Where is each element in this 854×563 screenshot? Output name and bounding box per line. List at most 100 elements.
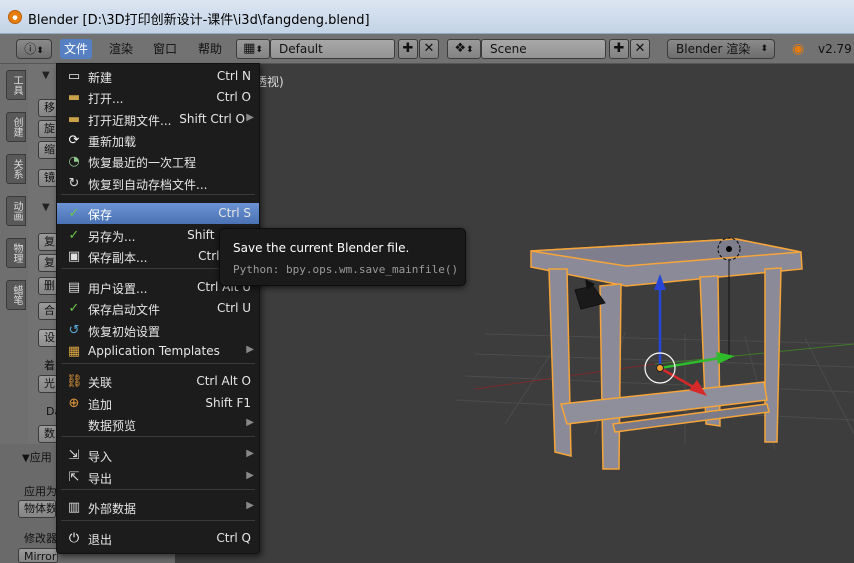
- save-as-icon: ✓: [68, 228, 80, 243]
- file-menu-item[interactable]: ⟳ 重新加载: [57, 130, 259, 151]
- object-data-button[interactable]: 物体数: [18, 500, 56, 518]
- apply-as-label: 应用为: [24, 485, 57, 498]
- file-menu-item[interactable]: ▬ 打开近期文件... Shift Ctrl O ▶: [57, 109, 259, 130]
- editor-type-button[interactable]: ⓘ⬍: [16, 39, 52, 59]
- chevron-updown-icon: ⬍: [466, 45, 474, 55]
- file-menu-item[interactable]: ✓ 保存启动文件 Ctrl U: [57, 298, 259, 319]
- chevron-updown-icon: ⬍: [255, 45, 263, 55]
- render-engine-label: Blender 渲染: [676, 42, 751, 56]
- tab-create[interactable]: 创建: [6, 112, 26, 142]
- blender-app-icon: [8, 10, 22, 24]
- menu-item-label: 另存为...: [88, 230, 136, 244]
- panel-collapse-icon[interactable]: ▼: [42, 202, 50, 213]
- menu-file[interactable]: 文件: [60, 39, 93, 59]
- delete-button[interactable]: 删: [38, 277, 58, 295]
- tab-relations[interactable]: 关系: [6, 154, 26, 184]
- import-icon: ⇲: [68, 448, 80, 463]
- file-menu-item[interactable]: ◔ 恢复最近的一次工程: [57, 151, 259, 172]
- tab-grease-pencil[interactable]: 蜡笔: [6, 280, 26, 310]
- export-icon: ⇱: [68, 470, 80, 485]
- menu-help[interactable]: 帮助: [194, 39, 226, 59]
- viewport-canvas[interactable]: [175, 64, 854, 563]
- menu-item-label: 打开...: [88, 92, 124, 106]
- file-menu-item[interactable]: ⇲ 导入 ▶: [57, 445, 259, 466]
- scene-icon: ❖: [454, 41, 467, 56]
- menu-separator: [61, 489, 255, 490]
- recover-auto-icon: ↻: [68, 176, 80, 191]
- window-title: Blender [D:\3D打印创新设计-课件\i3d\fangdeng.ble…: [28, 13, 370, 28]
- mirror-button[interactable]: 镜: [38, 169, 58, 187]
- save-copy-icon: ▣: [67, 249, 81, 264]
- menu-item-label: 退出: [88, 533, 113, 547]
- duplicate-linked-button[interactable]: 复: [38, 254, 58, 272]
- 3d-viewport[interactable]: [175, 64, 854, 563]
- file-menu-item[interactable]: ▬ 打开... Ctrl O: [57, 87, 259, 108]
- scene-selector[interactable]: ❖⬍: [447, 39, 481, 59]
- remove-screen-button[interactable]: ✕: [419, 39, 439, 59]
- object-origin: [656, 364, 664, 372]
- save-tooltip: Save the current Blender file. Python: b…: [219, 228, 466, 286]
- menu-item-label: 保存启动文件: [88, 303, 161, 317]
- add-scene-button[interactable]: ✚: [609, 39, 629, 59]
- menu-separator: [61, 363, 255, 364]
- menu-item-label: 恢复到自动存档文件...: [88, 178, 208, 192]
- translate-button[interactable]: 移: [38, 99, 58, 117]
- menu-item-shortcut: Ctrl Alt O: [196, 374, 251, 388]
- menu-item-shortcut: Ctrl O: [216, 90, 251, 104]
- file-menu-item[interactable]: ▥ 外部数据 ▶: [57, 497, 259, 518]
- file-menu-item[interactable]: ⊕ 追加 Shift F1: [57, 393, 259, 414]
- screen-layout-field[interactable]: Default: [270, 39, 395, 59]
- set-origin-button[interactable]: 设: [38, 329, 58, 347]
- user-prefs-icon: ▤: [67, 280, 81, 295]
- plus-icon: ✚: [402, 41, 414, 56]
- mirror-modifier-field[interactable]: Mirror: [18, 548, 58, 563]
- screen-layout-selector[interactable]: ▦⬍: [236, 39, 270, 59]
- file-menu-item[interactable]: ✓ 保存 Ctrl S: [57, 203, 259, 224]
- apply-panel-header[interactable]: ▼应用: [22, 449, 52, 465]
- append-icon: ⊕: [68, 396, 80, 411]
- tooltip-description: Save the current Blender file.: [233, 241, 410, 255]
- version-label: v2.79: [818, 42, 852, 56]
- add-screen-button[interactable]: ✚: [398, 39, 418, 59]
- data-transfer-button[interactable]: 数: [38, 425, 58, 443]
- recover-last-icon: ◔: [68, 154, 80, 169]
- factory-settings-icon: ↺: [68, 323, 80, 338]
- join-button[interactable]: 合: [38, 302, 58, 320]
- file-menu-item[interactable]: 数据预览 ▶: [57, 414, 259, 435]
- close-icon: ✕: [423, 41, 435, 56]
- link-icon: ⛓: [66, 374, 83, 389]
- menu-item-shortcut: Ctrl S: [218, 206, 251, 220]
- submenu-arrow-icon: ▶: [246, 470, 254, 481]
- scene-field[interactable]: Scene: [481, 39, 606, 59]
- smooth-button[interactable]: 光: [38, 375, 58, 393]
- tooltip-python: Python: bpy.ops.wm.save_mainfile(): [233, 263, 459, 276]
- file-menu-item[interactable]: ↻ 恢复到自动存档文件...: [57, 173, 259, 194]
- menu-separator: [61, 194, 255, 195]
- file-menu-item[interactable]: ⇱ 导出 ▶: [57, 467, 259, 488]
- file-menu-item[interactable]: ⏻ 退出 Ctrl Q: [57, 528, 259, 549]
- menu-render[interactable]: 渲染: [105, 39, 137, 59]
- tab-tools[interactable]: 工具: [6, 70, 26, 100]
- close-icon: ✕: [634, 41, 646, 56]
- chevron-updown-icon: ⬍: [36, 46, 44, 56]
- scale-button[interactable]: 缩: [38, 141, 58, 159]
- duplicate-button[interactable]: 复: [38, 233, 58, 251]
- file-menu-item[interactable]: ↺ 恢复初始设置: [57, 320, 259, 341]
- submenu-arrow-icon: ▶: [246, 344, 254, 355]
- tab-physics[interactable]: 物理: [6, 238, 26, 268]
- render-engine-select[interactable]: Blender 渲染 ⬍: [667, 39, 775, 59]
- file-menu-item[interactable]: ⛓ 关联 Ctrl Alt O: [57, 371, 259, 392]
- tab-animation[interactable]: 动画: [6, 196, 26, 226]
- remove-scene-button[interactable]: ✕: [630, 39, 650, 59]
- blender-logo-icon: ◉: [792, 41, 805, 57]
- file-menu-item[interactable]: ▭ 新建 Ctrl N: [57, 66, 259, 87]
- rotate-button[interactable]: 旋: [38, 120, 58, 138]
- new-file-icon: ▭: [67, 69, 81, 84]
- menu-window[interactable]: 窗口: [149, 39, 181, 59]
- menu-item-shortcut: Shift F1: [205, 396, 251, 410]
- panel-collapse-icon[interactable]: ▼: [42, 70, 50, 81]
- submenu-arrow-icon: ▶: [246, 112, 254, 123]
- shading-label: 着: [44, 359, 55, 372]
- file-menu-item[interactable]: ▦ Application Templates ▶: [57, 341, 259, 362]
- menu-item-label: 关联: [88, 376, 113, 390]
